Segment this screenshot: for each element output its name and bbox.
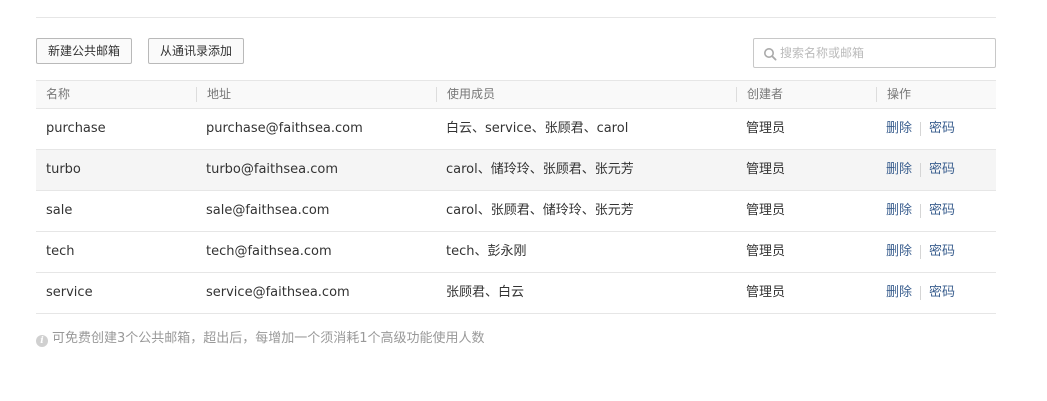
search-icon (764, 48, 777, 61)
cell-name: tech (46, 244, 75, 259)
action-divider (920, 244, 922, 259)
action-divider (920, 121, 922, 136)
header-creator: 创建者 (736, 87, 876, 102)
cell-name: service (46, 285, 93, 300)
table-row: service service@faithsea.com 张顾君、白云 管理员 … (36, 273, 996, 314)
mailbox-table: 名称 地址 使用成员 创建者 操作 purchase purchase@fait… (36, 80, 996, 314)
password-link[interactable]: 密码 (929, 162, 955, 177)
table-header: 名称 地址 使用成员 创建者 操作 (36, 81, 996, 109)
delete-link[interactable]: 删除 (886, 162, 912, 177)
password-link[interactable]: 密码 (929, 244, 955, 259)
cell-address: service@faithsea.com (206, 285, 350, 300)
header-name: 名称 (46, 87, 71, 101)
cell-members: 白云、service、张顾君、carol (446, 121, 629, 136)
new-public-mailbox-button[interactable]: 新建公共邮箱 (36, 38, 133, 64)
cell-members: carol、张顾君、储玲玲、张元芳 (446, 203, 634, 218)
cell-address: purchase@faithsea.com (206, 121, 363, 136)
add-from-contacts-button[interactable]: 从通讯录添加 (148, 38, 245, 64)
cell-creator: 管理员 (746, 244, 786, 259)
cell-actions: 删除 密码 (876, 232, 996, 272)
search-box[interactable] (753, 38, 996, 68)
cell-actions: 删除 密码 (876, 273, 996, 313)
password-link[interactable]: 密码 (929, 203, 955, 218)
cell-address: tech@faithsea.com (206, 244, 332, 259)
cell-actions: 删除 密码 (876, 191, 996, 231)
cell-address: sale@faithsea.com (206, 203, 330, 218)
cell-members: carol、储玲玲、张顾君、张元芳 (446, 162, 634, 177)
quota-note-text: 可免费创建3个公共邮箱，超出后，每增加一个须消耗1个高级功能使用人数 (52, 331, 485, 346)
cell-actions: 删除 密码 (876, 150, 996, 190)
action-divider (920, 285, 922, 300)
delete-link[interactable]: 删除 (886, 203, 912, 218)
header-actions: 操作 (876, 87, 996, 102)
delete-link[interactable]: 删除 (886, 244, 912, 259)
cell-actions: 删除 密码 (876, 109, 996, 149)
delete-link[interactable]: 删除 (886, 285, 912, 300)
header-address: 地址 (196, 87, 436, 102)
search-input[interactable] (780, 43, 985, 63)
table-row: purchase purchase@faithsea.com 白云、servic… (36, 109, 996, 150)
action-divider (920, 203, 922, 218)
password-link[interactable]: 密码 (929, 121, 955, 136)
cell-name: turbo (46, 162, 81, 177)
cell-creator: 管理员 (746, 121, 786, 136)
cell-name: purchase (46, 121, 106, 136)
info-icon: i (36, 335, 48, 347)
cell-creator: 管理员 (746, 203, 786, 218)
toolbar: 新建公共邮箱 从通讯录添加 (36, 38, 996, 68)
password-link[interactable]: 密码 (929, 285, 955, 300)
action-divider (920, 162, 922, 177)
delete-link[interactable]: 删除 (886, 121, 912, 136)
table-row: tech tech@faithsea.com tech、彭永刚 管理员 删除 密码 (36, 232, 996, 273)
cell-members: 张顾君、白云 (446, 285, 525, 300)
cell-creator: 管理员 (746, 162, 786, 177)
table-row: turbo turbo@faithsea.com carol、储玲玲、张顾君、张… (36, 150, 996, 191)
cell-name: sale (46, 203, 73, 218)
cell-creator: 管理员 (746, 285, 786, 300)
cell-address: turbo@faithsea.com (206, 162, 339, 177)
header-members: 使用成员 (436, 87, 736, 102)
table-row: sale sale@faithsea.com carol、张顾君、储玲玲、张元芳… (36, 191, 996, 232)
quota-note: i 可免费创建3个公共邮箱，超出后，每增加一个须消耗1个高级功能使用人数 (36, 330, 485, 348)
cell-members: tech、彭永刚 (446, 244, 527, 259)
top-divider (36, 17, 996, 18)
